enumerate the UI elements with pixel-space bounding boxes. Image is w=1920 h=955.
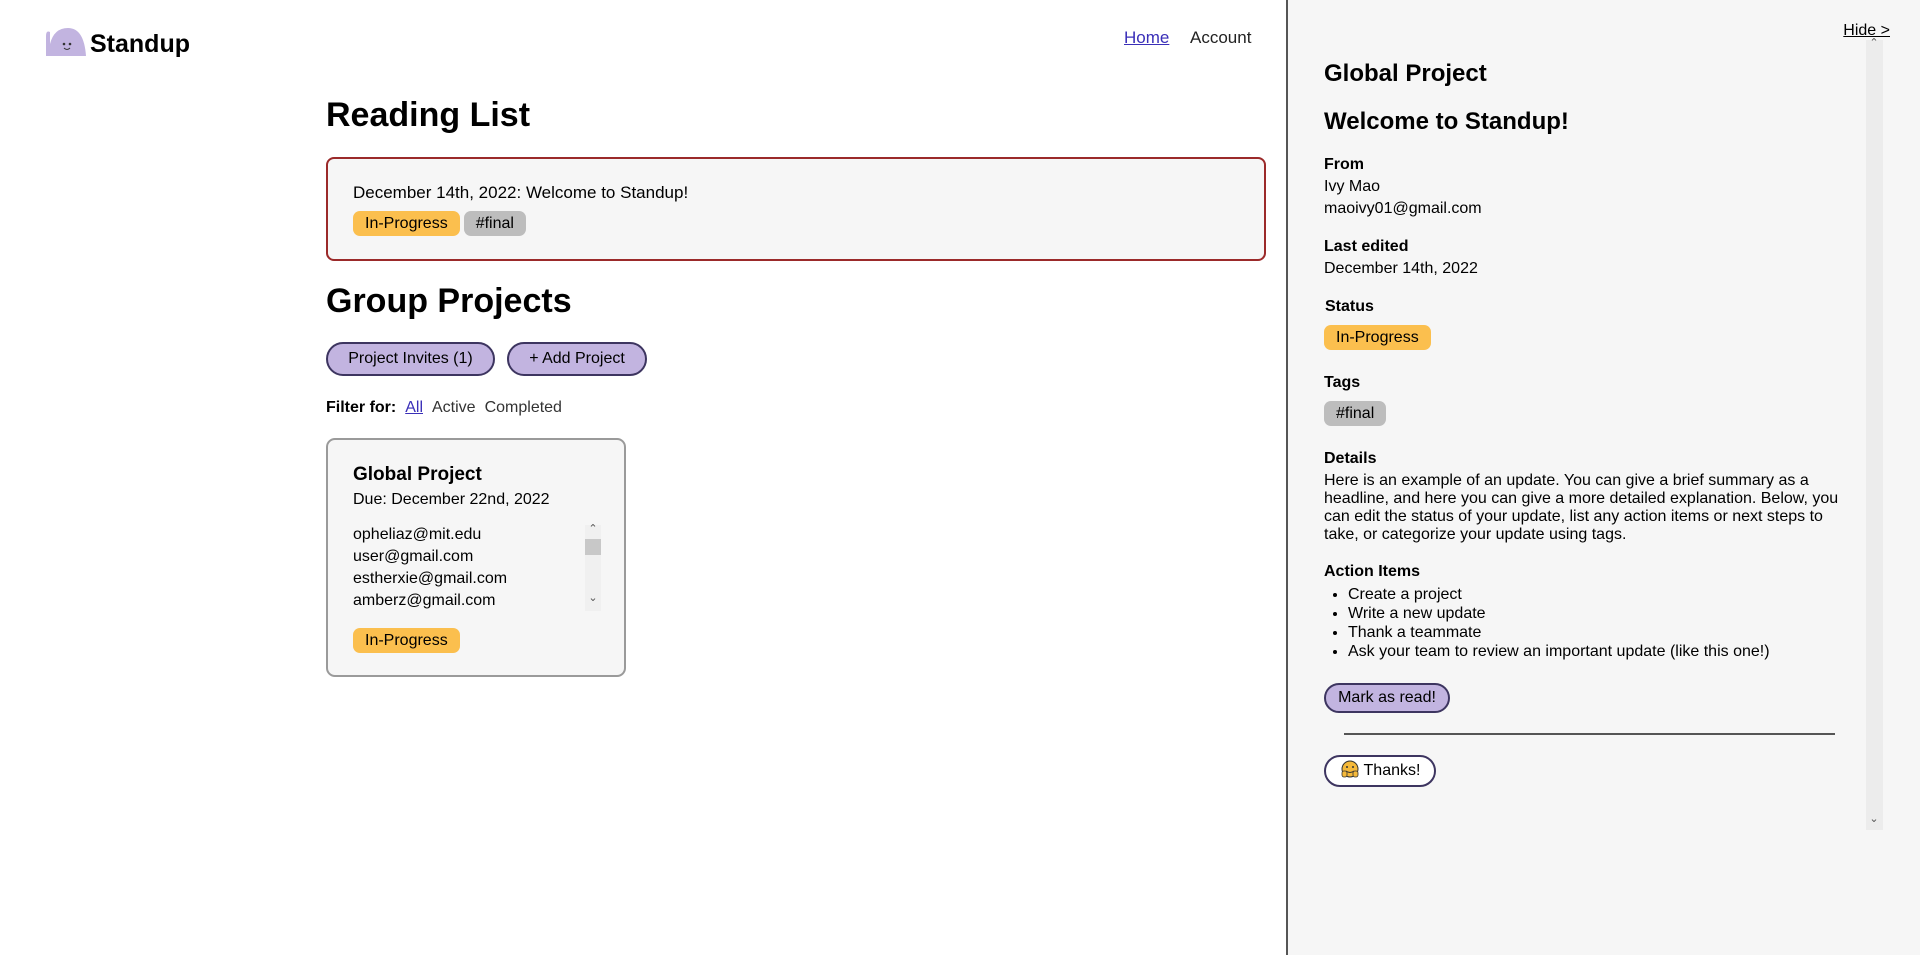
- add-project-button[interactable]: + Add Project: [507, 342, 647, 376]
- from-label: From: [1324, 156, 1364, 173]
- app-name: Standup: [90, 30, 190, 58]
- filter-label: Filter for:: [326, 399, 397, 416]
- member-email: amberz@gmail.com: [353, 592, 496, 609]
- project-card[interactable]: Global Project Due: December 22nd, 2022 …: [326, 438, 626, 677]
- member-list-scrollbar[interactable]: ⌃ ⌄: [585, 522, 601, 611]
- member-list: opheliaz@mit.edu user@gmail.com estherxi…: [353, 524, 507, 612]
- project-invites-button[interactable]: Project Invites (1): [326, 342, 495, 376]
- scroll-up-icon[interactable]: ⌃: [585, 522, 601, 535]
- hugging-face-icon: [1340, 760, 1360, 783]
- filter-completed[interactable]: Completed: [485, 399, 562, 417]
- action-item: Ask your team to review an important upd…: [1348, 642, 1770, 661]
- filter-active[interactable]: Active: [432, 399, 476, 417]
- filter-all[interactable]: All: [405, 399, 423, 417]
- project-due-date: Due: December 22nd, 2022: [353, 491, 550, 508]
- group-projects-heading: Group Projects: [326, 282, 572, 320]
- project-status-badge: In-Progress: [353, 628, 460, 653]
- thanks-button[interactable]: Thanks!: [1324, 755, 1436, 787]
- project-title: Global Project: [353, 464, 482, 485]
- project-filter: Filter for: All Active Completed: [326, 399, 571, 417]
- action-item: Thank a teammate: [1348, 623, 1770, 642]
- nav-account-link[interactable]: Account: [1190, 28, 1251, 48]
- action-item: Create a project: [1348, 585, 1770, 604]
- last-edited-date: December 14th, 2022: [1324, 260, 1478, 277]
- from-name: Ivy Mao: [1324, 178, 1381, 195]
- last-edited-label: Last edited: [1324, 238, 1409, 255]
- tag-badge[interactable]: #final: [1324, 401, 1387, 426]
- action-item: Write a new update: [1348, 604, 1770, 623]
- panel-scrollbar[interactable]: ⌃ ⌄: [1866, 37, 1883, 830]
- scroll-down-icon[interactable]: ⌄: [585, 591, 601, 604]
- member-email: opheliaz@mit.edu: [353, 526, 482, 543]
- reading-list-item[interactable]: December 14th, 2022: Welcome to Standup!…: [326, 157, 1266, 261]
- reading-item-title: December 14th, 2022: Welcome to Standup!: [353, 183, 689, 202]
- nav-home-link[interactable]: Home: [1124, 28, 1169, 48]
- member-email: estherxie@gmail.com: [353, 570, 508, 587]
- thanks-label: Thanks!: [1363, 762, 1421, 779]
- tag-badge: #final: [463, 211, 526, 236]
- app-logo[interactable]: Standup: [44, 22, 190, 59]
- standup-logo-icon: [44, 26, 88, 56]
- status-label: Status: [1325, 298, 1374, 315]
- from-email: maoivy01@gmail.com: [1324, 200, 1482, 217]
- status-dropdown[interactable]: In-Progress: [1324, 325, 1431, 350]
- details-label: Details: [1324, 450, 1377, 467]
- scroll-thumb[interactable]: [585, 539, 601, 555]
- scroll-up-icon[interactable]: ⌃: [1866, 36, 1882, 49]
- status-badge: In-Progress: [353, 211, 460, 236]
- divider: [1344, 733, 1835, 735]
- member-email: user@gmail.com: [353, 548, 474, 565]
- mark-as-read-button[interactable]: Mark as read!: [1324, 683, 1450, 713]
- action-items-list: Create a project Write a new update Than…: [1324, 585, 1770, 661]
- scroll-down-icon[interactable]: ⌄: [1866, 812, 1882, 825]
- update-title: Welcome to Standup!: [1324, 108, 1569, 135]
- panel-project-name: Global Project: [1324, 60, 1487, 87]
- tags-label: Tags: [1324, 374, 1361, 391]
- action-items-label: Action Items: [1324, 563, 1421, 580]
- details-text: Here is an example of an update. You can…: [1324, 472, 1839, 543]
- reading-list-heading: Reading List: [326, 96, 531, 134]
